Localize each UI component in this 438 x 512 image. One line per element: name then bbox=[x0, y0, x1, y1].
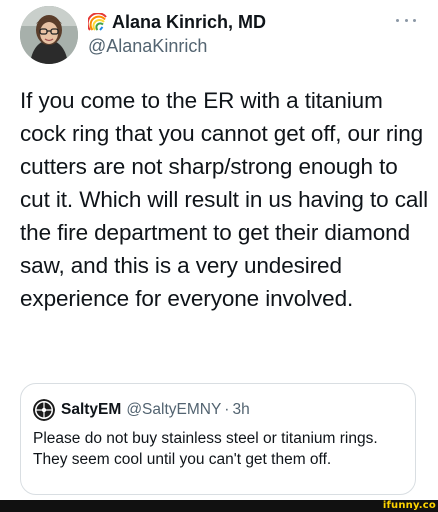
profile-photo-icon bbox=[20, 6, 78, 64]
quoted-display-name[interactable]: SaltyEM bbox=[61, 401, 121, 419]
quoted-avatar-icon[interactable] bbox=[33, 399, 55, 421]
watermark-bar bbox=[0, 500, 438, 512]
rainbow-icon bbox=[86, 11, 108, 33]
watermark-text: ifunny.co bbox=[382, 500, 436, 511]
author-name-row[interactable]: Alana Kinrich, MD bbox=[86, 11, 266, 33]
quoted-tweet-header: SaltyEM @SaltyEMNY · 3h bbox=[33, 399, 250, 421]
quoted-handle[interactable]: @SaltyEMNY bbox=[126, 401, 221, 419]
quoted-tweet-text: Please do not buy stainless steel or tit… bbox=[33, 430, 378, 468]
quoted-separator: · bbox=[224, 401, 230, 418]
author-display-name[interactable]: Alana Kinrich, MD bbox=[112, 12, 266, 33]
tweet-screenshot: Alana Kinrich, MD @AlanaKinrich If you c… bbox=[0, 0, 438, 512]
quoted-timestamp[interactable]: 3h bbox=[232, 401, 249, 419]
author-handle[interactable]: @AlanaKinrich bbox=[88, 36, 207, 57]
avatar[interactable] bbox=[20, 6, 78, 64]
tweet-header: Alana Kinrich, MD @AlanaKinrich bbox=[20, 6, 420, 66]
more-options-icon[interactable] bbox=[396, 10, 416, 30]
quoted-tweet-card[interactable]: SaltyEM @SaltyEMNY · 3h Please do not bu… bbox=[20, 383, 416, 495]
tweet-body-text: If you come to the ER with a titanium co… bbox=[20, 88, 429, 311]
